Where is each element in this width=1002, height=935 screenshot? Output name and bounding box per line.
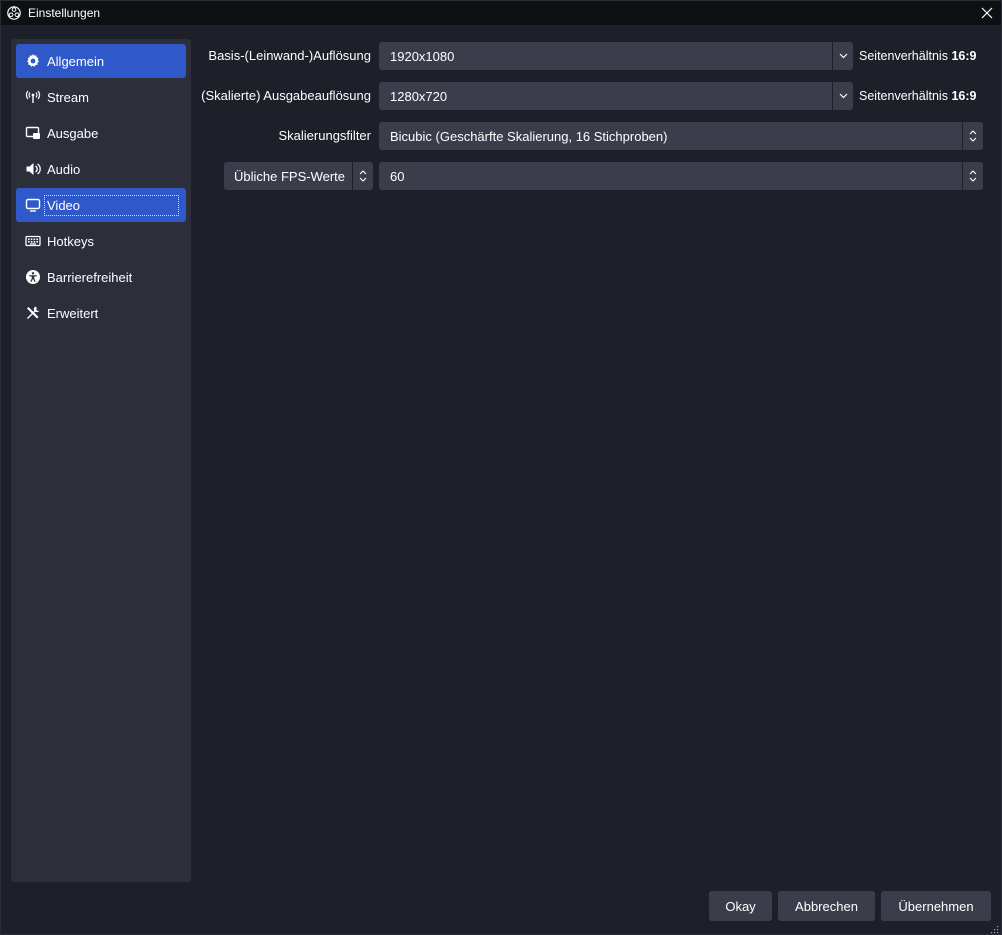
sidebar-item-label: Erweitert <box>47 305 99 321</box>
output-resolution-value: 1280x720 <box>390 88 448 104</box>
accessibility-icon <box>24 268 42 286</box>
base-resolution-label: Basis-(Leinwand-)Auflösung <box>208 48 371 63</box>
tools-icon <box>24 304 42 322</box>
monitor-icon <box>24 196 42 214</box>
sidebar-item-barrierefreiheit[interactable]: Barrierefreiheit <box>16 260 186 294</box>
sidebar-item-video[interactable]: Video <box>16 188 186 222</box>
chevron-down-icon[interactable] <box>832 82 853 110</box>
sidebar-item-label: Stream <box>47 89 89 105</box>
updown-arrows-icon[interactable] <box>962 162 983 190</box>
keyboard-icon <box>24 232 42 250</box>
output-aspect-ratio: Seitenverhältnis 16:9 <box>859 89 977 103</box>
fps-type-value: Übliche FPS-Werte <box>234 168 346 184</box>
okay-button[interactable]: Okay <box>709 891 772 921</box>
close-icon <box>981 7 993 19</box>
sidebar-item-label: Video <box>43 194 180 216</box>
gear-icon <box>24 52 42 70</box>
fps-value: 60 <box>390 168 405 184</box>
resize-grip-icon[interactable] <box>989 922 999 934</box>
sidebar-item-erweitert[interactable]: Erweitert <box>16 296 186 330</box>
cancel-button[interactable]: Abbrechen <box>778 891 875 921</box>
chevron-down-icon[interactable] <box>832 42 853 70</box>
apply-button[interactable]: Übernehmen <box>881 891 991 921</box>
base-aspect-ratio: Seitenverhältnis 16:9 <box>859 49 977 63</box>
fps-value-select[interactable]: 60 <box>379 162 983 190</box>
sidebar-item-label: Allgemein <box>47 53 105 69</box>
sidebar-item-label: Hotkeys <box>47 233 94 249</box>
obs-logo-icon <box>7 6 21 20</box>
base-resolution-value: 1920x1080 <box>390 48 455 64</box>
updown-arrows-icon[interactable] <box>962 122 983 150</box>
scale-filter-label: Skalierungsfilter <box>278 128 372 143</box>
sidebar-item-label: Ausgabe <box>47 125 99 141</box>
settings-window: Einstellungen Allgemein Stream Ausgabe A… <box>0 0 1002 935</box>
close-button[interactable] <box>973 1 1001 25</box>
base-resolution-combobox[interactable]: 1920x1080 <box>379 42 853 70</box>
scale-filter-value: Bicubic (Geschärfte Skalierung, 16 Stich… <box>390 128 668 144</box>
scale-filter-select[interactable]: Bicubic (Geschärfte Skalierung, 16 Stich… <box>379 122 983 150</box>
sidebar-item-audio[interactable]: Audio <box>16 152 186 186</box>
settings-sidebar: Allgemein Stream Ausgabe Audio Video Hot… <box>11 39 191 882</box>
antenna-icon <box>24 88 42 106</box>
sidebar-item-label: Barrierefreiheit <box>47 269 133 285</box>
title-bar[interactable]: Einstellungen <box>1 1 1001 25</box>
speaker-icon <box>24 160 42 178</box>
sidebar-item-allgemein[interactable]: Allgemein <box>16 44 186 78</box>
output-icon <box>24 124 42 142</box>
window-title: Einstellungen <box>28 6 101 20</box>
sidebar-item-label: Audio <box>47 161 81 177</box>
sidebar-item-ausgabe[interactable]: Ausgabe <box>16 116 186 150</box>
output-resolution-combobox[interactable]: 1280x720 <box>379 82 853 110</box>
sidebar-item-stream[interactable]: Stream <box>16 80 186 114</box>
sidebar-item-hotkeys[interactable]: Hotkeys <box>16 224 186 258</box>
updown-arrows-icon[interactable] <box>352 162 373 190</box>
output-resolution-label: (Skalierte) Ausgabeauflösung <box>201 88 371 103</box>
fps-type-select[interactable]: Übliche FPS-Werte <box>224 162 373 190</box>
